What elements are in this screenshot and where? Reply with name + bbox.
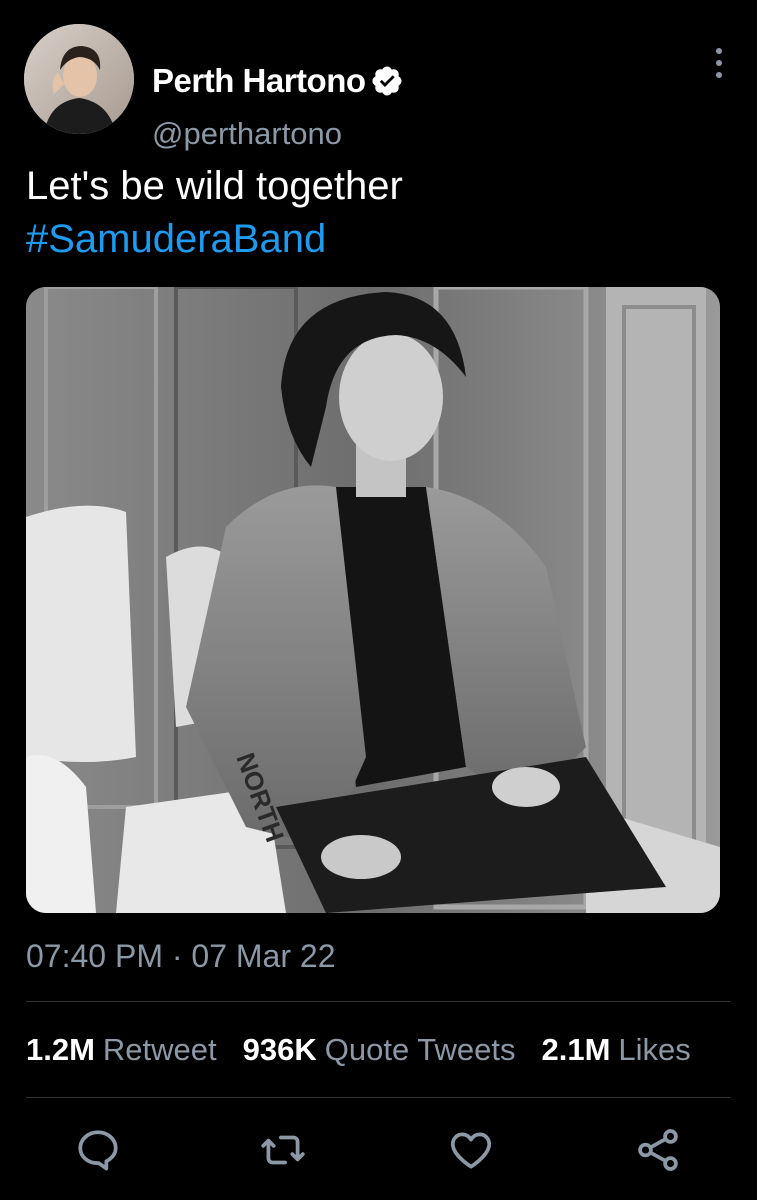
more-vertical-icon[interactable] (709, 46, 729, 80)
share-button[interactable] (633, 1125, 683, 1175)
divider (26, 1097, 731, 1098)
tweet-action-bar (0, 1125, 757, 1185)
divider (26, 1001, 731, 1002)
heart-icon (450, 1132, 492, 1169)
like-count-label: Likes (618, 1032, 691, 1067)
verified-badge-icon (371, 66, 402, 96)
tweet-timestamp[interactable]: 07:40 PM · 07 Mar 22 (26, 938, 335, 975)
share-icon (638, 1129, 678, 1171)
tweet-text: Let's be wild together #SamuderaBand (26, 160, 403, 266)
retweet-count[interactable]: 1.2M Retweet (26, 1032, 217, 1068)
tweet-stats: 1.2M Retweet 936K Quote Tweets 2.1M Likes (26, 1032, 691, 1068)
tweet-header: Perth Hartono @perthartono (24, 24, 733, 151)
reply-icon (78, 1130, 118, 1171)
quote-tweet-count[interactable]: 936K Quote Tweets (243, 1032, 516, 1068)
quote-tweet-count-value: 936K (242, 1032, 317, 1067)
retweet-count-value: 1.2M (26, 1032, 95, 1067)
user-handle[interactable]: @perthartono (152, 116, 342, 152)
retweet-count-label: Retweet (102, 1032, 217, 1067)
tweet-detail-screen: Perth Hartono @perthartono Let's be wild… (0, 0, 757, 1200)
retweet-icon (261, 1135, 305, 1165)
hashtag-link[interactable]: #SamuderaBand (26, 213, 403, 266)
like-button[interactable] (446, 1125, 496, 1175)
quote-tweet-count-label: Quote Tweets (324, 1032, 516, 1067)
display-name[interactable]: Perth Hartono (152, 62, 366, 100)
retweet-button[interactable] (258, 1125, 308, 1175)
avatar[interactable] (24, 24, 134, 134)
reply-button[interactable] (73, 1125, 123, 1175)
like-count[interactable]: 2.1M Likes (541, 1032, 690, 1068)
tweet-body: Let's be wild together (26, 164, 403, 208)
name-row: Perth Hartono (152, 62, 404, 100)
like-count-value: 2.1M (541, 1032, 611, 1067)
tweet-photo[interactable]: NORTH (26, 287, 720, 913)
